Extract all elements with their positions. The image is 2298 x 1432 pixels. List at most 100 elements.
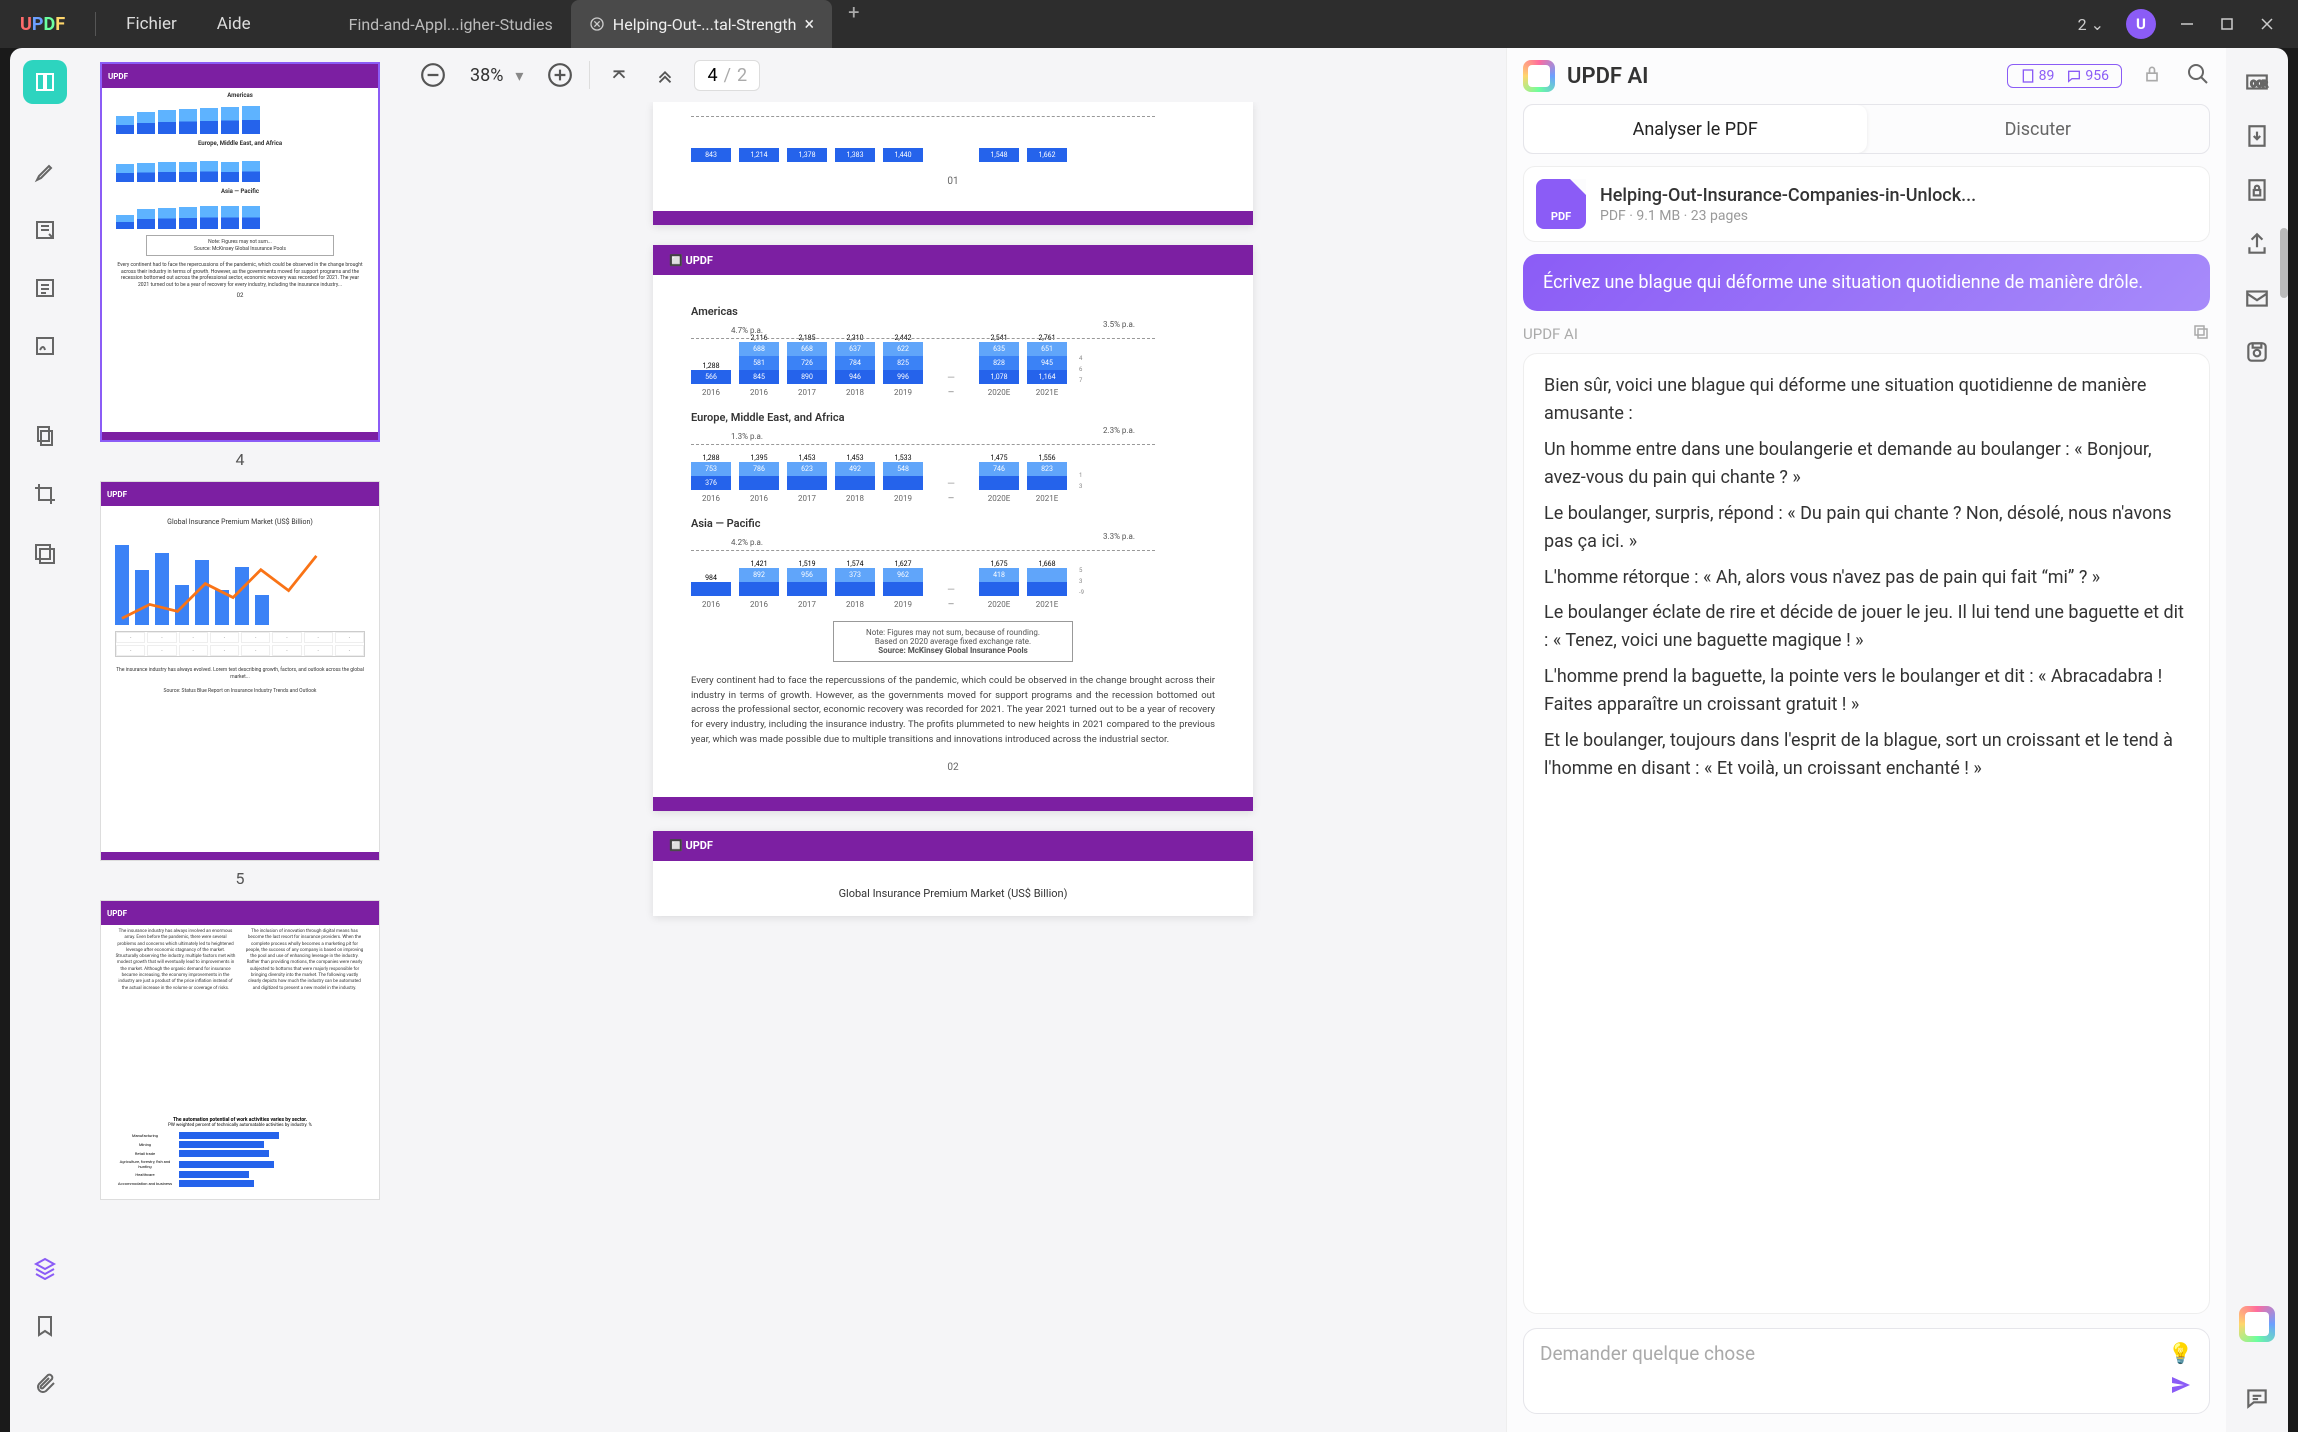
titlebar: UPDF Fichier Aide Find-and-Appl...igher-… xyxy=(0,0,2298,48)
thumbnail-panel[interactable]: UPDF Americas Europe, Middle East, and A… xyxy=(80,48,400,1432)
share-tool[interactable] xyxy=(2241,228,2273,260)
separator xyxy=(589,61,590,89)
growth-label: 2.3% p.a. xyxy=(1103,426,1135,435)
chevron-down-icon: ⌄ xyxy=(2091,15,2104,34)
convert-tool[interactable] xyxy=(2241,120,2273,152)
zoom-out-button[interactable] xyxy=(416,58,450,92)
tab-inactive[interactable]: Find-and-Appl...igher-Studies xyxy=(331,0,571,48)
copy-icon[interactable] xyxy=(2192,323,2210,345)
comment-tool[interactable] xyxy=(2241,1382,2273,1414)
document-view: 38% ▾ 4 / 2 843 1,214 1,378 xyxy=(400,48,1506,1432)
ai-response[interactable]: Bien sûr, voici une blague qui déforme u… xyxy=(1523,353,2210,1314)
chart-note: Note: Figures may not sum, because of ro… xyxy=(833,621,1073,662)
region-heading: Asia — Pacific xyxy=(691,517,1215,530)
credits-value: 2 xyxy=(2078,15,2087,34)
redact-tool[interactable] xyxy=(23,530,67,574)
send-button[interactable] xyxy=(2169,1373,2193,1401)
tab-active[interactable]: Helping-Out-...tal-Strength × xyxy=(571,0,832,48)
menu-help[interactable]: Aide xyxy=(197,14,271,34)
page-number-input[interactable]: 4 / 2 xyxy=(694,60,760,91)
highlight-tool[interactable] xyxy=(23,150,67,194)
edit-text-tool[interactable] xyxy=(23,208,67,252)
region-heading: Europe, Middle East, and Africa xyxy=(691,411,1215,424)
credit-pages: 89 xyxy=(2016,68,2059,84)
form-tool[interactable] xyxy=(23,266,67,310)
credit-messages: 956 xyxy=(2062,68,2113,84)
response-header-label: UPDF AI xyxy=(1523,325,1578,343)
ai-doc-title: Helping-Out-Insurance-Companies-in-Unloc… xyxy=(1600,185,1976,206)
brand-label: 🔲 UPDF xyxy=(669,839,713,852)
year-axis: 20162016201720182019—2020E2021E xyxy=(691,388,1215,397)
close-button[interactable] xyxy=(2258,15,2276,33)
close-icon[interactable]: × xyxy=(804,14,814,35)
year-axis: 20162016201720182019—2020E2021E xyxy=(691,600,1215,609)
ai-document-card[interactable]: PDF Helping-Out-Insurance-Companies-in-U… xyxy=(1523,166,2210,242)
tab-analyze[interactable]: Analyser le PDF xyxy=(1524,105,1867,153)
page-footer-number: 01 xyxy=(691,176,1215,187)
search-icon[interactable] xyxy=(2186,62,2210,90)
menu-file[interactable]: Fichier xyxy=(106,14,197,34)
tab-chat[interactable]: Discuter xyxy=(1867,105,2210,153)
growth-label: 3.3% p.a. xyxy=(1103,532,1135,541)
response-line: Et le boulanger, toujours dans l'esprit … xyxy=(1544,727,2189,783)
chevron-down-icon: ▾ xyxy=(515,66,523,85)
zoom-select[interactable]: 38% ▾ xyxy=(462,65,531,86)
pdf-page: 🔲 UPDF Americas 4.7% p.a. 3.5% p.a. 1,28… xyxy=(653,245,1253,811)
layers-tool[interactable] xyxy=(23,1246,67,1290)
lock-icon[interactable] xyxy=(2142,64,2162,88)
reader-tool[interactable] xyxy=(23,60,67,104)
main-area: UPDF Americas Europe, Middle East, and A… xyxy=(10,48,2288,1432)
protect-tool[interactable] xyxy=(2241,174,2273,206)
save-tool[interactable] xyxy=(2241,336,2273,368)
sign-tool[interactable] xyxy=(23,324,67,368)
page-sep: / xyxy=(724,65,731,86)
chat-icon xyxy=(2066,68,2082,84)
growth-label: 4.7% p.a. xyxy=(731,326,763,335)
growth-label: 1.3% p.a. xyxy=(731,432,763,441)
tab-label: Find-and-Appl...igher-Studies xyxy=(349,15,553,34)
prev-page-button[interactable] xyxy=(648,58,682,92)
brand-label: UPDF xyxy=(107,909,127,918)
thumbnail[interactable]: UPDF Americas Europe, Middle East, and A… xyxy=(94,62,386,469)
ai-doc-meta: PDF · 9.1 MB · 23 pages xyxy=(1600,208,1976,224)
response-line: L'homme prend la baguette, la pointe ver… xyxy=(1544,663,2189,719)
page-total: 2 xyxy=(737,65,747,86)
updf-ai-icon[interactable] xyxy=(2239,1306,2275,1342)
page-footer-number: 02 xyxy=(691,762,1215,773)
thumbnail[interactable]: UPDF Global Insurance Premium Market (US… xyxy=(94,481,386,888)
ocr-tool[interactable]: OCR xyxy=(2241,66,2273,98)
lightbulb-icon[interactable]: 💡 xyxy=(2168,1341,2193,1365)
minimize-button[interactable] xyxy=(2178,15,2196,33)
response-line: Bien sûr, voici une blague qui déforme u… xyxy=(1544,372,2189,428)
svg-text:OCR: OCR xyxy=(2251,79,2269,89)
left-toolbar xyxy=(10,48,80,1432)
organize-tool[interactable] xyxy=(23,414,67,458)
avatar[interactable]: U xyxy=(2126,9,2156,39)
zoom-in-button[interactable] xyxy=(543,58,577,92)
credits-dropdown[interactable]: 2 ⌄ xyxy=(2078,15,2104,34)
bookmark-tool[interactable] xyxy=(23,1304,67,1348)
thumbnail-page-4[interactable]: UPDF Americas Europe, Middle East, and A… xyxy=(100,62,380,442)
zoom-value: 38% xyxy=(470,65,503,86)
separator xyxy=(95,12,96,36)
region-heading: Americas xyxy=(691,305,1215,318)
right-toolbar: OCR xyxy=(2226,48,2288,1432)
thumbnail-page-6[interactable]: UPDF The insurance industry has always i… xyxy=(100,900,380,1200)
thumbnail-number: 5 xyxy=(94,869,386,888)
crop-tool[interactable] xyxy=(23,472,67,516)
first-page-button[interactable] xyxy=(602,58,636,92)
thumbnail-page-5[interactable]: UPDF Global Insurance Premium Market (US… xyxy=(100,481,380,861)
ai-credits[interactable]: 89 956 xyxy=(2007,64,2122,88)
document-canvas[interactable]: 843 1,214 1,378 1,383 1,440 1,548 1,662 … xyxy=(400,102,1506,1432)
updf-ai-logo-icon xyxy=(1523,60,1555,92)
tab-add-button[interactable]: + xyxy=(832,0,875,48)
response-line: Le boulanger, surpris, répond : « Du pai… xyxy=(1544,500,2189,556)
chat-input[interactable] xyxy=(1540,1342,2168,1365)
email-tool[interactable] xyxy=(2241,282,2273,314)
thumbnail[interactable]: UPDF The insurance industry has always i… xyxy=(94,900,386,1200)
brand-label: 🔲 UPDF xyxy=(669,254,713,267)
maximize-button[interactable] xyxy=(2218,15,2236,33)
growth-label: 3.5% p.a. xyxy=(1103,320,1135,329)
attachment-tool[interactable] xyxy=(23,1362,67,1406)
chat-input-area: 💡 xyxy=(1523,1328,2210,1414)
